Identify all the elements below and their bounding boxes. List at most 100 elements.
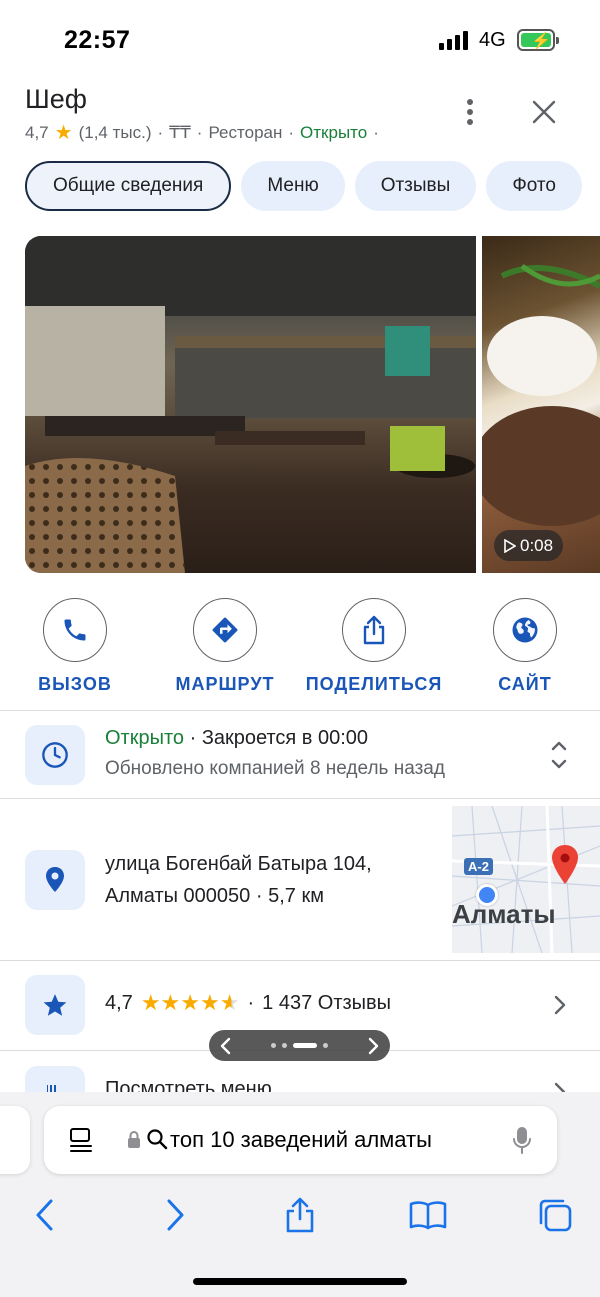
interior-illustration xyxy=(25,236,476,573)
video-duration: 0:08 xyxy=(520,535,554,555)
address-line1: улица Богенбай Батыра 104, xyxy=(105,853,372,875)
chevron-right-icon xyxy=(167,1199,184,1231)
chevron-left-icon[interactable] xyxy=(219,1037,233,1055)
restaurant-interior-photo[interactable] xyxy=(25,236,476,573)
review-count-full: 1 437 Отзывы xyxy=(262,991,392,1014)
previous-tab-preview[interactable] xyxy=(0,1106,30,1174)
place-title: Шеф xyxy=(25,84,87,114)
hours-icon-box xyxy=(25,725,85,785)
page-dots xyxy=(271,1043,328,1048)
share-button[interactable] xyxy=(342,598,406,662)
bookmarks-button[interactable] xyxy=(408,1198,448,1232)
rating-row[interactable]: 4,7 ★ ★ ★ ★ ★ · 1 437 Отзывы xyxy=(105,990,391,1016)
place-meta: 4,7 ★ (1,4 тыс.) · ₸₸ · Ресторан · Откры… xyxy=(25,120,379,145)
separator: · xyxy=(157,122,164,142)
category: Ресторан xyxy=(208,122,283,142)
home-indicator xyxy=(193,1278,407,1285)
tab-menu[interactable]: Меню xyxy=(241,161,345,211)
separator: · xyxy=(196,122,203,142)
star-icon xyxy=(43,994,67,1016)
website-button[interactable] xyxy=(493,598,557,662)
rating-stars: ★ ★ ★ ★ ★ xyxy=(140,990,240,1015)
map-pin-icon xyxy=(552,845,578,884)
close-icon xyxy=(532,100,556,124)
location-pin-icon xyxy=(46,867,64,892)
tabs-button[interactable] xyxy=(536,1198,574,1232)
divider xyxy=(0,960,600,961)
rating-value: 4,7 xyxy=(25,122,49,142)
chevron-right-icon[interactable] xyxy=(548,993,572,1017)
map-thumbnail[interactable]: A-2 Алматы xyxy=(452,806,600,953)
directions-icon xyxy=(212,617,238,643)
divider xyxy=(0,798,600,799)
separator: · xyxy=(189,727,197,749)
rating-icon-box xyxy=(25,975,85,1035)
back-button[interactable] xyxy=(28,1198,62,1232)
book-icon xyxy=(409,1201,447,1230)
microphone-icon[interactable] xyxy=(512,1126,532,1156)
hours-updated: Обновлено компанией 8 недель назад xyxy=(105,758,445,779)
food-video-thumbnail[interactable] xyxy=(482,236,600,573)
address-line2-row: Алматы 000050 · 5,7 км xyxy=(105,880,372,912)
status-time: 22:57 xyxy=(64,26,131,54)
address-icon-box xyxy=(25,850,85,910)
tab-overview[interactable]: Общие сведения xyxy=(25,161,232,211)
call-action[interactable]: ВЫЗОВ xyxy=(5,598,145,695)
distance: 5,7 км xyxy=(268,885,324,907)
map-road-label: A-2 xyxy=(464,858,493,875)
website-action[interactable]: САЙТ xyxy=(455,598,595,695)
browser-toolbar: топ 10 заведений алматы xyxy=(0,1092,600,1297)
more-options-button[interactable] xyxy=(450,92,490,132)
address-line2: Алматы 000050 xyxy=(105,885,251,907)
tab-photos[interactable]: Фото xyxy=(486,161,582,211)
address-bar[interactable]: топ 10 заведений алматы xyxy=(44,1106,557,1174)
play-icon xyxy=(504,538,516,553)
share-action[interactable]: ПОДЕЛИТЬСЯ xyxy=(304,598,444,695)
page-navigator xyxy=(209,1030,390,1061)
divider xyxy=(0,710,600,711)
chevron-right-icon[interactable] xyxy=(366,1037,380,1055)
tab-bar: Общие сведения Меню Отзывы Фото xyxy=(25,161,582,211)
close-button[interactable] xyxy=(524,92,564,132)
separator: · xyxy=(288,122,295,142)
directions-label: МАРШРУТ xyxy=(175,674,275,694)
rating-value: 4,7 xyxy=(105,991,133,1014)
video-duration-badge: 0:08 xyxy=(494,530,564,561)
chevron-left-icon xyxy=(36,1199,53,1231)
lock-icon xyxy=(128,1131,140,1148)
forward-button[interactable] xyxy=(158,1198,192,1232)
review-count: (1,4 тыс.) xyxy=(78,122,152,142)
status-bar: 22:57 4G ⚡ xyxy=(0,0,600,80)
clock-icon xyxy=(42,742,68,768)
open-status: Открыто xyxy=(300,122,368,142)
reader-icon[interactable] xyxy=(68,1126,94,1154)
hours-status[interactable]: Открыто · Закроется в 00:00 xyxy=(105,727,368,750)
phone-icon xyxy=(64,619,86,641)
website-label: САЙТ xyxy=(498,674,552,694)
separator: · xyxy=(373,122,379,142)
directions-button[interactable] xyxy=(193,598,257,662)
food-illustration xyxy=(482,263,600,526)
share-icon xyxy=(363,615,385,645)
search-query: топ 10 заведений алматы xyxy=(170,1127,432,1152)
call-button[interactable] xyxy=(43,598,107,662)
directions-action[interactable]: МАРШРУТ xyxy=(155,598,295,695)
share-page-button[interactable] xyxy=(283,1197,317,1233)
call-label: ВЫЗОВ xyxy=(38,674,112,694)
more-vert-icon xyxy=(467,99,473,125)
expand-icon[interactable] xyxy=(546,738,572,772)
signal-icon xyxy=(439,30,469,50)
network-type: 4G xyxy=(479,29,506,51)
separator: · xyxy=(247,991,255,1014)
battery-icon: ⚡ xyxy=(517,29,559,51)
tab-reviews[interactable]: Отзывы xyxy=(354,161,477,211)
share-label: ПОДЕЛИТЬСЯ xyxy=(305,674,443,694)
star-icon: ★ xyxy=(54,122,73,144)
tabs-icon xyxy=(539,1199,572,1232)
price-level: ₸₸ xyxy=(169,122,191,142)
share-icon xyxy=(286,1197,314,1233)
address-text[interactable]: улица Богенбай Батыра 104, Алматы 000050… xyxy=(105,848,372,912)
hours-open-status: Открыто xyxy=(105,727,185,749)
globe-icon xyxy=(512,617,538,643)
search-icon xyxy=(147,1129,168,1150)
